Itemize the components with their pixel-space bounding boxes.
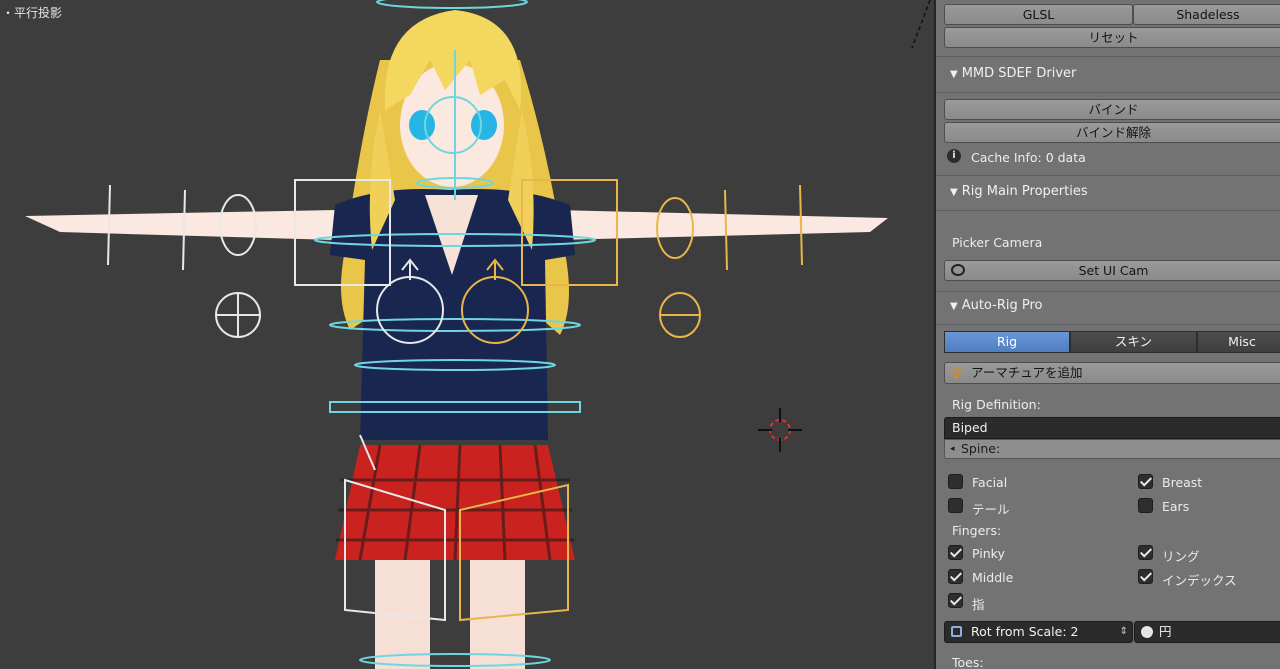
shadeless-button[interactable]: Shadeless [1133, 4, 1280, 25]
armature-add-icon: ♀ [951, 364, 962, 382]
ring-label: リング [1162, 549, 1200, 564]
add-armature-button[interactable]: ♀ アーマチュアを追加 [944, 362, 1280, 384]
tab-misc[interactable]: Misc [1197, 331, 1280, 353]
mmd-sdef-header[interactable]: ▼ MMD SDEF Driver [950, 66, 1076, 81]
cache-info-label: Cache Info: 0 data [971, 150, 1086, 165]
middle-label: Middle [972, 570, 1014, 585]
spine-label: Spine: [961, 441, 1001, 456]
3d-viewport[interactable]: ・平行投影 [0, 0, 934, 669]
rig-main-header[interactable]: ▼ Rig Main Properties [950, 184, 1088, 199]
pivot-icon [951, 626, 962, 637]
rig-definition-dropdown[interactable]: Biped [944, 417, 1280, 439]
index-label: インデックス [1162, 573, 1237, 588]
breast-checkbox[interactable] [1138, 474, 1153, 489]
facial-label: Facial [972, 475, 1008, 490]
rot-from-scale-field[interactable]: Rot from Scale: 2 ⇕ [944, 621, 1133, 643]
camera-icon [951, 264, 965, 276]
circle-dropdown[interactable]: 円 [1134, 621, 1280, 643]
head-control [376, 0, 528, 9]
thumb-label: 指 [972, 597, 985, 612]
middle-checkbox[interactable] [948, 569, 963, 584]
bind-button[interactable]: バインド [944, 99, 1280, 120]
thumb-checkbox[interactable] [948, 593, 963, 608]
ears-label: Ears [1162, 499, 1190, 514]
breast-label: Breast [1162, 475, 1203, 490]
add-armature-label: アーマチュアを追加 [971, 365, 1083, 380]
unbind-button[interactable]: バインド解除 [944, 122, 1280, 143]
rot-from-scale-label: Rot from Scale: 2 [971, 624, 1079, 639]
tail-label: テール [972, 502, 1010, 517]
right-arm [25, 210, 335, 240]
reset-button[interactable]: リセット [944, 27, 1280, 48]
set-ui-cam-button[interactable]: Set UI Cam [944, 260, 1280, 281]
left-eye [409, 110, 435, 140]
character-model[interactable] [0, 0, 934, 669]
picker-camera-label: Picker Camera [952, 235, 1043, 250]
pinky-label: Pinky [972, 546, 1005, 561]
right-eye [471, 110, 497, 140]
set-ui-cam-label: Set UI Cam [1078, 263, 1149, 278]
left-arm [555, 210, 888, 240]
ring-checkbox[interactable] [1138, 545, 1153, 560]
circle-icon [1141, 626, 1153, 638]
auto-rig-header[interactable]: ▼ Auto-Rig Pro [950, 298, 1042, 313]
chevron-left-icon: ◂ [950, 444, 955, 454]
spine-row[interactable]: ◂ Spine: [944, 439, 1280, 459]
facial-checkbox[interactable] [948, 474, 963, 489]
pinky-checkbox[interactable] [948, 545, 963, 560]
tail-checkbox[interactable] [948, 498, 963, 513]
rig-definition-label: Rig Definition: [952, 397, 1041, 412]
ears-checkbox[interactable] [1138, 498, 1153, 513]
fingers-label: Fingers: [952, 523, 1002, 538]
properties-panel: GLSL Shadeless リセット ▼ MMD SDEF Driver バイン… [936, 0, 1280, 669]
tab-skin[interactable]: スキン [1070, 331, 1197, 353]
info-icon: i [947, 149, 961, 163]
circle-label: 円 [1159, 624, 1172, 639]
index-checkbox[interactable] [1138, 569, 1153, 584]
glsl-button[interactable]: GLSL [944, 4, 1133, 25]
tab-rig[interactable]: Rig [944, 331, 1070, 353]
3d-cursor-icon [758, 408, 802, 452]
stepper-icon: ⇕ [1119, 626, 1128, 637]
toes-label: Toes: [952, 655, 984, 669]
